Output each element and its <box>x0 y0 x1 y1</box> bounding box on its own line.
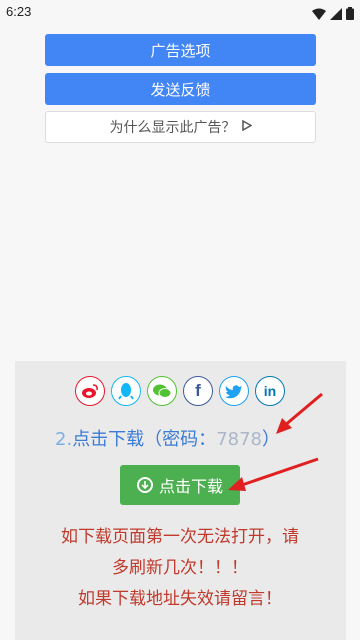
red-arrow-icon-2 <box>228 457 319 491</box>
facebook-icon[interactable]: f <box>183 376 213 406</box>
qq-icon[interactable] <box>111 376 141 406</box>
download-link-text[interactable]: 2.点击下载（密码：7878） <box>55 425 280 451</box>
battery-icon <box>346 5 354 24</box>
why-this-ad-label: 为什么显示此广告？ <box>109 120 236 136</box>
download-button[interactable]: 点击下载 <box>120 465 240 505</box>
ad-options-label: 广告选项 <box>150 41 211 60</box>
status-bar: 6:23 <box>0 0 360 24</box>
share-icons-row: f in <box>75 376 285 406</box>
weibo-icon[interactable] <box>75 376 105 406</box>
notice-line-3: 如果下载地址失效请留言！ <box>78 589 282 609</box>
send-feedback-button[interactable]: 发送反馈 <box>45 73 316 105</box>
download-button-label: 点击下载 <box>158 477 223 496</box>
ad-options-button[interactable]: 广告选项 <box>45 34 316 66</box>
download-arrow-icon <box>136 477 153 493</box>
adchoices-play-icon <box>241 119 253 135</box>
why-this-ad-button[interactable]: 为什么显示此广告？ <box>45 111 316 143</box>
download-label: 点击下载（密码： <box>72 429 217 450</box>
notice-line-2: 多刷新几次！！！ <box>112 558 248 578</box>
notice-line-1: 如下载页面第一次无法打开，请 <box>61 527 299 547</box>
status-icons <box>312 5 354 24</box>
download-password: 7878 <box>216 429 262 450</box>
status-time: 6:23 <box>6 4 32 19</box>
red-arrow-icon <box>276 392 323 434</box>
twitter-icon[interactable] <box>219 376 249 406</box>
wifi-icon <box>312 5 326 24</box>
send-feedback-label: 发送反馈 <box>150 80 211 99</box>
wechat-icon[interactable] <box>147 376 177 406</box>
signal-icon <box>330 5 342 24</box>
download-prefix: 2. <box>55 429 73 450</box>
